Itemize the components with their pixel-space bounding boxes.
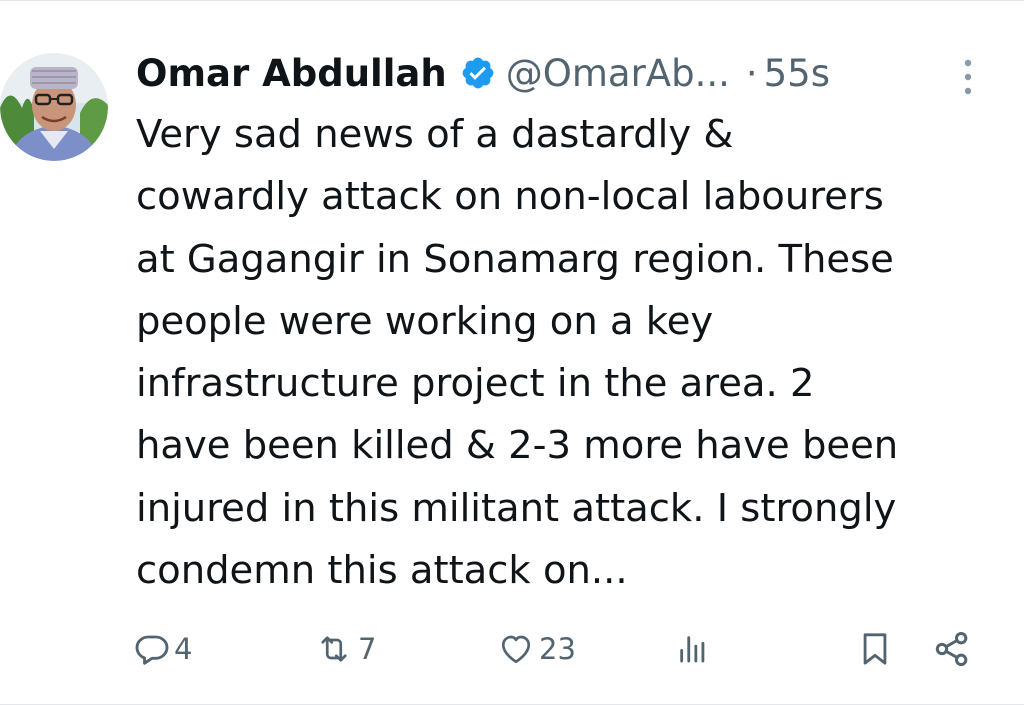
tweet-text-line: injured in this militant attack. I stron… xyxy=(136,485,897,531)
reply-button[interactable]: 4 xyxy=(134,623,192,675)
heart-icon xyxy=(497,631,535,667)
bookmark-icon xyxy=(858,629,892,669)
tweet-header: Omar Abdullah @OmarAb... · 55s xyxy=(136,45,830,101)
views-button[interactable] xyxy=(676,623,710,675)
retweet-button[interactable]: 7 xyxy=(314,623,376,675)
tweet-text-line: condemn this attack on... xyxy=(136,548,628,594)
share-icon xyxy=(932,629,972,669)
tweet-text-line: Very sad news of a dastardly & xyxy=(136,112,734,157)
tweet-text-line: have been killed & 2-3 more have been xyxy=(136,423,899,469)
verified-badge-icon xyxy=(460,55,496,91)
views-icon xyxy=(676,631,710,667)
timestamp[interactable]: 55s xyxy=(764,52,830,95)
like-button[interactable]: 23 xyxy=(497,623,576,675)
author-name[interactable]: Omar Abdullah xyxy=(136,52,447,95)
tweet-card[interactable]: Omar Abdullah @OmarAb... · 55s Very sad … xyxy=(0,0,1024,705)
reply-icon xyxy=(134,631,170,667)
tweet-text: Very sad news of a dastardly & cowardly … xyxy=(136,104,1016,602)
tweet-text-line: infrastructure project in the area. 2 xyxy=(136,361,815,407)
retweet-count: 7 xyxy=(358,632,377,666)
tweet-text-line: at Gagangir in Sonamarg region. These xyxy=(136,236,894,282)
action-bar: 4 7 23 xyxy=(0,623,1024,675)
reply-count: 4 xyxy=(174,632,193,666)
more-options-icon[interactable] xyxy=(956,57,980,97)
avatar[interactable] xyxy=(0,53,108,161)
tweet-text-line: people were working on a key xyxy=(136,298,714,344)
tweet-text-line: cowardly attack on non-local labourers xyxy=(136,174,884,220)
author-handle[interactable]: @OmarAb... xyxy=(506,52,730,95)
retweet-icon xyxy=(314,631,354,667)
bookmark-button[interactable] xyxy=(858,623,892,675)
share-button[interactable] xyxy=(932,623,972,675)
like-count: 23 xyxy=(539,632,576,666)
header-separator: · xyxy=(745,51,758,95)
